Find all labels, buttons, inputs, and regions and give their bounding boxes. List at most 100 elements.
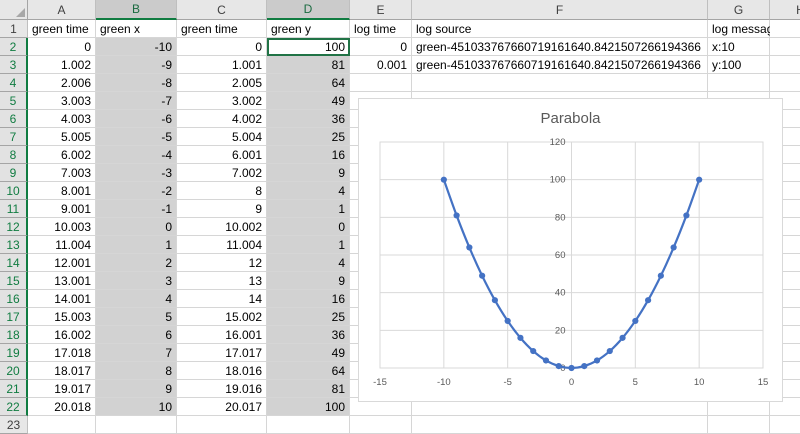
- cell[interactable]: 18.017: [28, 362, 96, 380]
- cell[interactable]: 2: [96, 254, 177, 272]
- cell[interactable]: 49: [267, 344, 350, 362]
- cell[interactable]: 3.002: [177, 92, 267, 110]
- cell[interactable]: -6: [96, 110, 177, 128]
- cell[interactable]: -9: [96, 56, 177, 74]
- row-header-20[interactable]: 20: [0, 362, 28, 380]
- cell[interactable]: 8.001: [28, 182, 96, 200]
- cell[interactable]: 4.003: [28, 110, 96, 128]
- cell[interactable]: 25: [267, 128, 350, 146]
- cell[interactable]: 7: [96, 344, 177, 362]
- cell[interactable]: -4: [96, 146, 177, 164]
- data-point-marker[interactable]: [556, 363, 562, 369]
- cell[interactable]: 64: [267, 74, 350, 92]
- cell[interactable]: 13.001: [28, 272, 96, 290]
- cell[interactable]: [770, 416, 800, 434]
- data-point-marker[interactable]: [696, 177, 702, 183]
- row-header-22[interactable]: 22: [0, 398, 28, 416]
- cell[interactable]: -3: [96, 164, 177, 182]
- row-header-6[interactable]: 6: [0, 110, 28, 128]
- cell[interactable]: [708, 416, 770, 434]
- cell[interactable]: 10.002: [177, 218, 267, 236]
- data-point-marker[interactable]: [530, 348, 536, 354]
- column-header-C[interactable]: C: [177, 0, 267, 20]
- column-header-G[interactable]: G: [708, 0, 770, 20]
- cell[interactable]: 4: [267, 182, 350, 200]
- cell[interactable]: 100: [267, 398, 350, 416]
- data-point-marker[interactable]: [594, 357, 600, 363]
- cell[interactable]: [96, 416, 177, 434]
- cell[interactable]: 14.001: [28, 290, 96, 308]
- cell[interactable]: [28, 416, 96, 434]
- parabola-chart[interactable]: Parabola-15-10-5051015020406080100120: [358, 98, 783, 402]
- cell[interactable]: log message: [708, 20, 770, 38]
- cell[interactable]: [770, 74, 800, 92]
- row-header-8[interactable]: 8: [0, 146, 28, 164]
- data-point-marker[interactable]: [543, 357, 549, 363]
- row-header-14[interactable]: 14: [0, 254, 28, 272]
- data-point-marker[interactable]: [479, 273, 485, 279]
- row-header-4[interactable]: 4: [0, 74, 28, 92]
- row-header-1[interactable]: 1: [0, 20, 28, 38]
- cell[interactable]: 20.018: [28, 398, 96, 416]
- cell[interactable]: green-451033767660719161640.842150726619…: [412, 38, 708, 56]
- data-point-marker[interactable]: [645, 297, 651, 303]
- cell[interactable]: 17.017: [177, 344, 267, 362]
- cell[interactable]: green y: [267, 20, 350, 38]
- cell[interactable]: [350, 416, 412, 434]
- cell[interactable]: 19.016: [177, 380, 267, 398]
- cell[interactable]: 15.002: [177, 308, 267, 326]
- cell[interactable]: 20.017: [177, 398, 267, 416]
- cell[interactable]: green-451033767660719161640.842150726619…: [412, 56, 708, 74]
- cell[interactable]: 6: [96, 326, 177, 344]
- cell[interactable]: 5: [96, 308, 177, 326]
- row-header-12[interactable]: 12: [0, 218, 28, 236]
- cell[interactable]: 0: [350, 38, 412, 56]
- data-point-marker[interactable]: [454, 212, 460, 218]
- data-point-marker[interactable]: [517, 335, 523, 341]
- column-header-H[interactable]: H: [770, 0, 800, 20]
- column-header-E[interactable]: E: [350, 0, 412, 20]
- cell[interactable]: [770, 38, 800, 56]
- cell[interactable]: 17.018: [28, 344, 96, 362]
- cell[interactable]: -1: [96, 200, 177, 218]
- cell[interactable]: 25: [267, 308, 350, 326]
- row-header-9[interactable]: 9: [0, 164, 28, 182]
- row-header-7[interactable]: 7: [0, 128, 28, 146]
- cell[interactable]: 18.016: [177, 362, 267, 380]
- cell[interactable]: 5.004: [177, 128, 267, 146]
- data-point-marker[interactable]: [607, 348, 613, 354]
- cell[interactable]: 2.005: [177, 74, 267, 92]
- cell[interactable]: 16: [267, 290, 350, 308]
- row-header-18[interactable]: 18: [0, 326, 28, 344]
- cell[interactable]: 2.006: [28, 74, 96, 92]
- cell[interactable]: 7.003: [28, 164, 96, 182]
- cell[interactable]: 14: [177, 290, 267, 308]
- cell[interactable]: x:10: [708, 38, 770, 56]
- cell[interactable]: [708, 74, 770, 92]
- data-point-marker[interactable]: [619, 335, 625, 341]
- data-point-marker[interactable]: [441, 177, 447, 183]
- column-header-D[interactable]: D: [267, 0, 350, 20]
- cell[interactable]: [350, 74, 412, 92]
- cell[interactable]: 1.002: [28, 56, 96, 74]
- cell[interactable]: [267, 416, 350, 434]
- row-header-19[interactable]: 19: [0, 344, 28, 362]
- cell[interactable]: 3: [96, 272, 177, 290]
- cell[interactable]: 9: [267, 272, 350, 290]
- cell[interactable]: 16.001: [177, 326, 267, 344]
- cell[interactable]: -2: [96, 182, 177, 200]
- cell[interactable]: 16.002: [28, 326, 96, 344]
- cell[interactable]: 81: [267, 56, 350, 74]
- cell[interactable]: 1: [267, 236, 350, 254]
- data-point-marker[interactable]: [658, 273, 664, 279]
- cell[interactable]: 9: [96, 380, 177, 398]
- cell[interactable]: 4: [267, 254, 350, 272]
- cell[interactable]: green time: [28, 20, 96, 38]
- cell[interactable]: 6.002: [28, 146, 96, 164]
- select-all-button[interactable]: [0, 0, 28, 20]
- row-header-13[interactable]: 13: [0, 236, 28, 254]
- cell[interactable]: 12.001: [28, 254, 96, 272]
- active-cell[interactable]: 100: [267, 38, 350, 56]
- cell[interactable]: 81: [267, 380, 350, 398]
- cell[interactable]: 11.004: [28, 236, 96, 254]
